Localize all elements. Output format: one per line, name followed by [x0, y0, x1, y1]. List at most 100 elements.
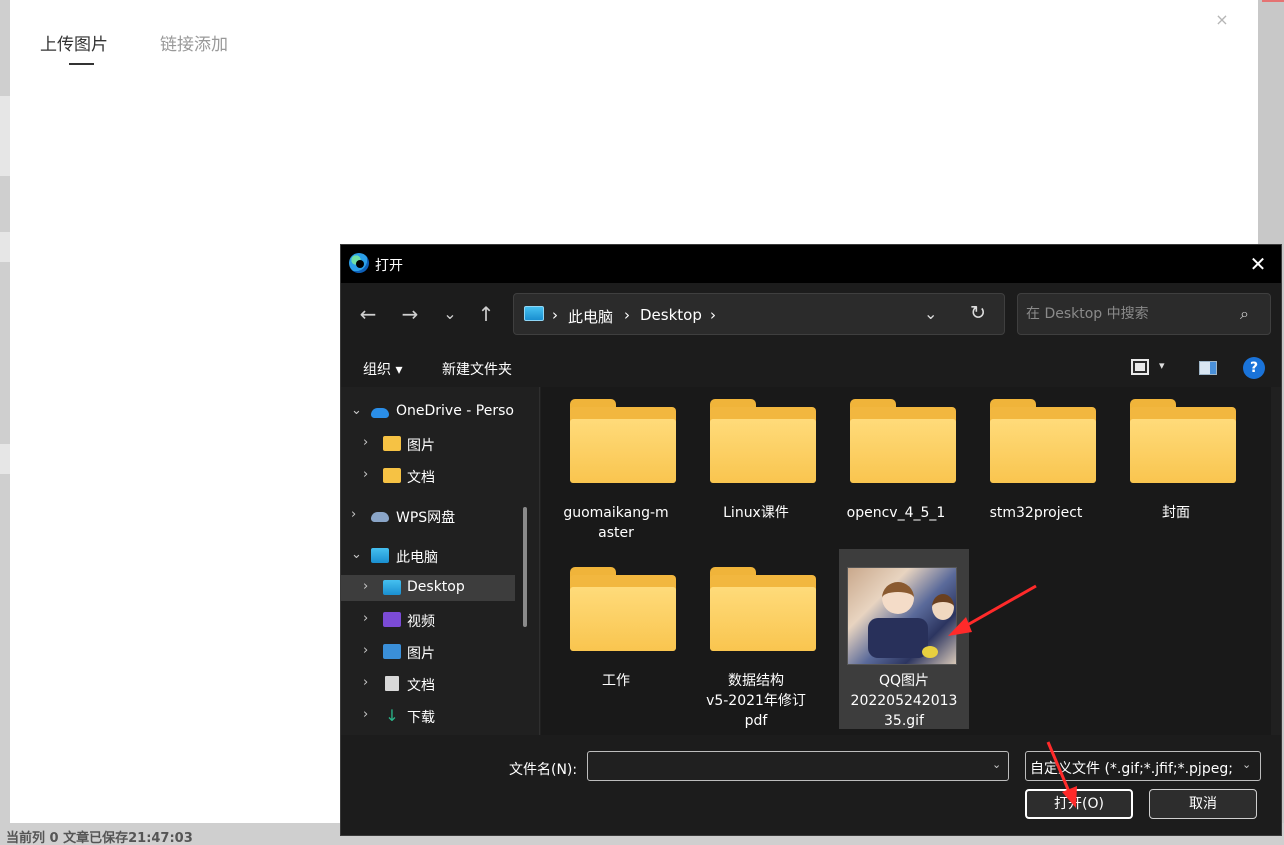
organize-menu-button[interactable]: 组织 ▾ [363, 359, 402, 379]
recent-locations-chevron-icon[interactable]: ⌄ [437, 301, 463, 327]
file-type-value: 自定义文件 (*.gif;*.jfif;*.pjpeg; [1030, 761, 1233, 777]
status-text: 当前列 0 文章已保存21:47:03 [6, 831, 193, 845]
active-tab-indicator [69, 63, 94, 65]
search-icon[interactable]: ⌕ [1240, 304, 1249, 324]
sidebar-item-onedrive-documents[interactable]: › 文档 [341, 463, 515, 489]
sidebar-item-label: 此电脑 [396, 550, 438, 566]
tab-link-add[interactable]: 链接添加 [160, 30, 228, 55]
pane-divider[interactable] [539, 387, 540, 735]
file-item-folder[interactable]: Linux课件 [691, 387, 821, 567]
breadcrumb-separator: › [552, 306, 558, 324]
videos-icon [383, 612, 401, 627]
file-item-image-selected[interactable]: QQ图片 202205242013 35.gif [839, 549, 969, 729]
file-item-folder[interactable]: opencv_4_5_1 [831, 387, 961, 567]
sidebar-item-this-pc[interactable]: ⌄ 此电脑 [341, 543, 515, 569]
file-item-folder[interactable]: stm32project [971, 387, 1101, 567]
folder-icon [570, 399, 676, 483]
file-item-folder[interactable]: 封面 [1111, 387, 1241, 567]
collapsed-chevron-icon[interactable]: › [363, 579, 368, 594]
address-dropdown-chevron-icon[interactable]: ⌄ [924, 304, 937, 323]
view-mode-icon[interactable] [1131, 359, 1149, 375]
sidebar-item-onedrive-pictures[interactable]: › 图片 [341, 431, 515, 457]
sidebar-scrollbar[interactable] [523, 507, 527, 627]
documents-icon [385, 676, 399, 691]
edge-browser-icon [349, 253, 369, 273]
dialog-footer: 文件名(N): ⌄ 自定义文件 (*.gif;*.jfif;*.pjpeg; ⌄… [341, 735, 1281, 835]
filename-history-chevron-icon[interactable]: ⌄ [992, 758, 1001, 771]
sidebar-item-label: 文档 [407, 678, 435, 694]
pictures-icon [383, 644, 401, 659]
open-file-dialog: 打开 ✕ ← → ⌄ ↑ › 此电脑 › Desktop › ⌄ ↻ ⌕ [340, 244, 1282, 836]
file-type-select[interactable]: 自定义文件 (*.gif;*.jfif;*.pjpeg; ⌄ [1025, 751, 1261, 781]
file-item-label: Linux课件 [723, 505, 789, 521]
file-item-label: 数据结构 v5-2021年修订 pdf [706, 673, 806, 729]
sidebar-item-label: 文档 [407, 470, 435, 486]
cancel-button[interactable]: 取消 [1149, 789, 1257, 819]
background-page-left [0, 0, 10, 845]
screen: 当前列 0 文章已保存21:47:03 上传图片 链接添加 × 打开 ✕ ← →… [0, 0, 1284, 845]
collapsed-chevron-icon[interactable]: › [351, 507, 356, 522]
view-mode-chevron-icon[interactable]: ▾ [1159, 359, 1165, 372]
sidebar-item-pictures[interactable]: › 图片 [341, 639, 515, 665]
sidebar-item-label: WPS网盘 [396, 510, 456, 526]
dialog-title: 打开 [375, 258, 403, 274]
filename-input[interactable] [594, 757, 974, 775]
file-item-label: guomaikang-m aster [563, 505, 669, 541]
image-thumbnail [847, 567, 957, 665]
sidebar-item-downloads[interactable]: › ↓ 下载 [341, 703, 515, 729]
expanded-chevron-icon[interactable]: ⌄ [351, 547, 362, 562]
collapsed-chevron-icon[interactable]: › [363, 675, 368, 690]
desktop-icon [383, 580, 401, 595]
back-arrow-icon[interactable]: ← [355, 301, 381, 327]
sidebar-item-documents[interactable]: › 文档 [341, 671, 515, 697]
file-item-folder[interactable]: 数据结构 v5-2021年修订 pdf [691, 555, 821, 735]
file-item-label: stm32project [989, 505, 1083, 521]
search-box[interactable]: ⌕ [1017, 293, 1271, 335]
folder-icon [383, 436, 401, 451]
sidebar-item-onedrive[interactable]: ⌄ OneDrive - Perso [341, 399, 515, 425]
folder-icon [710, 399, 816, 483]
file-item-label: 工作 [602, 673, 630, 689]
up-arrow-icon[interactable]: ↑ [473, 301, 499, 327]
new-folder-button[interactable]: 新建文件夹 [442, 359, 512, 379]
dialog-close-button[interactable]: ✕ [1243, 251, 1273, 277]
folder-icon [710, 567, 816, 651]
navigation-pane: ⌄ OneDrive - Perso › 图片 › 文档 › WPS网盘 ⌄ 此… [341, 387, 535, 735]
forward-arrow-icon[interactable]: → [397, 301, 423, 327]
file-item-label: 封面 [1162, 505, 1190, 521]
search-input[interactable] [1026, 304, 1226, 324]
address-bar[interactable]: › 此电脑 › Desktop › ⌄ ↻ [513, 293, 1005, 335]
collapsed-chevron-icon[interactable]: › [363, 611, 368, 626]
expanded-chevron-icon[interactable]: ⌄ [351, 403, 362, 418]
sidebar-item-videos[interactable]: › 视频 [341, 607, 515, 633]
sidebar-item-label: 视频 [407, 614, 435, 630]
refresh-icon[interactable]: ↻ [970, 302, 986, 324]
file-item-folder[interactable]: guomaikang-m aster [551, 387, 681, 567]
dialog-titlebar: 打开 ✕ [341, 245, 1281, 283]
filename-label: 文件名(N): [509, 762, 578, 778]
sidebar-item-label: 图片 [407, 646, 435, 662]
file-item-folder[interactable]: 工作 [551, 555, 681, 735]
preview-pane-icon[interactable] [1199, 361, 1217, 375]
breadcrumb-desktop[interactable]: Desktop [640, 306, 702, 324]
sidebar-item-wps-cloud[interactable]: › WPS网盘 [341, 503, 515, 529]
file-type-chevron-icon[interactable]: ⌄ [1242, 758, 1251, 771]
breadcrumb-this-pc[interactable]: 此电脑 [568, 306, 613, 327]
collapsed-chevron-icon[interactable]: › [363, 707, 368, 722]
sidebar-item-label: OneDrive - Perso [396, 403, 514, 419]
breadcrumb-separator[interactable]: › [710, 306, 716, 324]
collapsed-chevron-icon[interactable]: › [363, 643, 368, 658]
downloads-icon: ↓ [385, 706, 399, 725]
help-icon[interactable]: ? [1243, 357, 1265, 379]
tab-upload-image[interactable]: 上传图片 [40, 30, 108, 55]
file-item-label: QQ图片 202205242013 35.gif [850, 673, 958, 729]
sidebar-item-label: 下载 [407, 710, 435, 726]
navigation-bar: ← → ⌄ ↑ › 此电脑 › Desktop › ⌄ ↻ ⌕ [341, 283, 1281, 347]
collapsed-chevron-icon[interactable]: › [363, 467, 368, 482]
modal-close-icon[interactable]: × [1214, 12, 1230, 28]
sidebar-item-desktop[interactable]: › Desktop [341, 575, 515, 601]
open-button[interactable]: 打开(O) [1025, 789, 1133, 819]
onedrive-cloud-icon [371, 408, 389, 418]
collapsed-chevron-icon[interactable]: › [363, 435, 368, 450]
filename-field[interactable]: ⌄ [587, 751, 1009, 781]
